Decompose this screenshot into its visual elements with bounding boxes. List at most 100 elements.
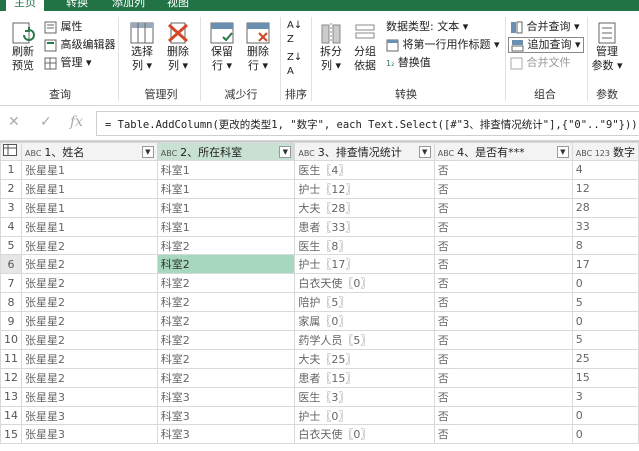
table-cell[interactable]: 科室2 [156, 311, 296, 332]
table-cell[interactable]: 白衣天使〖0〗 [294, 273, 435, 294]
row-number[interactable]: 6 [0, 254, 22, 275]
table-cell[interactable]: 否 [433, 405, 573, 426]
column-filter-dropdown-icon[interactable]: ▼ [141, 146, 154, 158]
table-cell[interactable]: 张星星1 [21, 216, 158, 237]
table-row[interactable]: 12 张星星2 科室2 患者〖15〗否 15 [0, 367, 639, 388]
table-cell[interactable]: 33 [571, 216, 639, 237]
combine-files-button[interactable]: 合并文件 [510, 56, 571, 70]
row-number[interactable]: 7 [0, 273, 22, 294]
table-cell[interactable]: 医生〖4〗 [294, 160, 435, 180]
remove-columns-button[interactable]: 删除 列 ▾ [162, 21, 194, 73]
table-row[interactable]: 2 张星星1 科室1 护士〖12〗否 12 [0, 178, 639, 199]
table-cell[interactable]: 科室1 [156, 216, 296, 237]
column-filter-dropdown-icon[interactable]: ▼ [418, 146, 431, 158]
table-cell[interactable]: 否 [433, 424, 573, 445]
keep-rows-button[interactable]: 保留 行 ▾ [206, 21, 238, 73]
cancel-formula-icon[interactable]: ✕ [8, 114, 20, 130]
table-cell[interactable]: 否 [433, 311, 573, 332]
row-number[interactable]: 12 [0, 367, 22, 388]
table-cell[interactable]: 0 [571, 424, 639, 445]
row-number[interactable]: 2 [0, 178, 22, 199]
table-cell[interactable]: 医生〖3〗 [294, 386, 435, 407]
row-number[interactable]: 8 [0, 292, 22, 313]
table-cell[interactable]: 张星星1 [21, 160, 158, 180]
table-cell[interactable]: 0 [571, 405, 639, 426]
column-header[interactable]: ABC 1、姓名 ▼ [21, 142, 158, 161]
column-header[interactable]: ABC 2、所在科室 ▼ [156, 142, 296, 161]
column-header[interactable]: ABC 4、是否有*** ▼ [433, 142, 573, 161]
table-cell[interactable]: 张星星2 [21, 254, 158, 275]
table-cell[interactable]: 否 [433, 160, 573, 180]
formula-input[interactable]: = Table.AddColumn(更改的类型1, "数字", each Tex… [96, 111, 639, 136]
sort-descending-button[interactable]: Z↓ A [287, 51, 302, 79]
table-cell[interactable]: 12 [571, 178, 639, 199]
table-row[interactable]: 10 张星星2 科室2 药学人员〖5〗否 5 [0, 330, 639, 350]
table-cell[interactable]: 科室1 [156, 178, 296, 199]
table-cell[interactable]: 护士〖17〗 [294, 254, 435, 275]
tab-transform[interactable]: 转换 [66, 0, 88, 11]
table-cell[interactable]: 药学人员〖5〗 [294, 330, 435, 350]
merge-queries-button[interactable]: 合并查询 ▾ [510, 20, 580, 34]
table-cell[interactable]: 科室2 [156, 330, 296, 350]
column-filter-dropdown-icon[interactable]: ▼ [556, 146, 569, 158]
table-cell[interactable]: 否 [433, 178, 573, 199]
table-cell[interactable]: 科室2 [156, 254, 296, 275]
row-number[interactable]: 9 [0, 311, 22, 332]
advanced-editor-button[interactable]: 高级编辑器 [44, 38, 116, 52]
table-cell[interactable]: 否 [433, 330, 573, 350]
group-by-button[interactable]: 分组 依据 [350, 21, 380, 73]
table-cell[interactable]: 否 [433, 235, 573, 256]
table-cell[interactable]: 科室3 [156, 386, 296, 407]
table-row[interactable]: 9 张星星2 科室2 家属〖0〗否 0 [0, 311, 639, 332]
table-cell[interactable]: 科室1 [156, 197, 296, 218]
table-cell[interactable]: 0 [571, 273, 639, 294]
column-type-icon[interactable]: ABC [298, 149, 314, 158]
data-type-dropdown[interactable]: 数据类型: 文本 ▾ [386, 20, 468, 34]
table-cell[interactable]: 张星星2 [21, 330, 158, 350]
table-cell[interactable]: 张星星2 [21, 235, 158, 256]
table-cell[interactable]: 25 [571, 348, 639, 369]
row-number[interactable]: 3 [0, 197, 22, 218]
table-cell[interactable]: 白衣天使〖0〗 [294, 424, 435, 445]
table-row[interactable]: 13 张星星3 科室3 医生〖3〗否 3 [0, 386, 639, 407]
table-cell[interactable]: 否 [433, 386, 573, 407]
table-cell[interactable]: 科室2 [156, 292, 296, 313]
table-cell[interactable]: 科室1 [156, 160, 296, 180]
table-cell[interactable]: 否 [433, 254, 573, 275]
table-row[interactable]: 3 张星星1 科室1 大夫〖28〗否 28 [0, 197, 639, 218]
refresh-preview-button[interactable]: 刷新 预览 [8, 21, 38, 73]
select-all-corner[interactable] [0, 142, 22, 161]
row-number[interactable]: 4 [0, 216, 22, 237]
remove-rows-button[interactable]: 删除 行 ▾ [242, 21, 274, 73]
table-cell[interactable]: 医生〖8〗 [294, 235, 435, 256]
table-cell[interactable]: 护士〖12〗 [294, 178, 435, 199]
manage-button[interactable]: 管理 ▾ [44, 56, 92, 70]
row-number[interactable]: 10 [0, 330, 22, 350]
table-cell[interactable]: 科室3 [156, 405, 296, 426]
table-cell[interactable]: 否 [433, 367, 573, 388]
table-cell[interactable]: 4 [571, 160, 639, 180]
row-number[interactable]: 15 [0, 424, 22, 445]
fx-icon[interactable]: fx [70, 114, 83, 130]
row-number[interactable]: 13 [0, 386, 22, 407]
row-number[interactable]: 11 [0, 348, 22, 369]
table-cell[interactable]: 否 [433, 197, 573, 218]
manage-parameters-button[interactable]: 管理 参数 ▾ [590, 21, 624, 73]
table-cell[interactable]: 张星星2 [21, 311, 158, 332]
table-cell[interactable]: 张星星3 [21, 424, 158, 445]
choose-columns-button[interactable]: 选择 列 ▾ [126, 21, 158, 73]
table-cell[interactable]: 0 [571, 311, 639, 332]
split-column-button[interactable]: 拆分 列 ▾ [316, 21, 346, 73]
append-queries-button[interactable]: 追加查询 ▾ [508, 37, 584, 53]
table-cell[interactable]: 15 [571, 367, 639, 388]
table-cell[interactable]: 患者〖33〗 [294, 216, 435, 237]
table-cell[interactable]: 陪护〖5〗 [294, 292, 435, 313]
table-cell[interactable]: 科室2 [156, 273, 296, 294]
table-cell[interactable]: 5 [571, 330, 639, 350]
table-cell[interactable]: 科室2 [156, 367, 296, 388]
table-row[interactable]: 5 张星星2 科室2 医生〖8〗否 8 [0, 235, 639, 256]
table-row[interactable]: 6 张星星2 科室2 护士〖17〗否 17 [0, 254, 639, 275]
table-cell[interactable]: 张星星1 [21, 197, 158, 218]
table-cell[interactable]: 张星星2 [21, 367, 158, 388]
table-cell[interactable]: 科室2 [156, 348, 296, 369]
